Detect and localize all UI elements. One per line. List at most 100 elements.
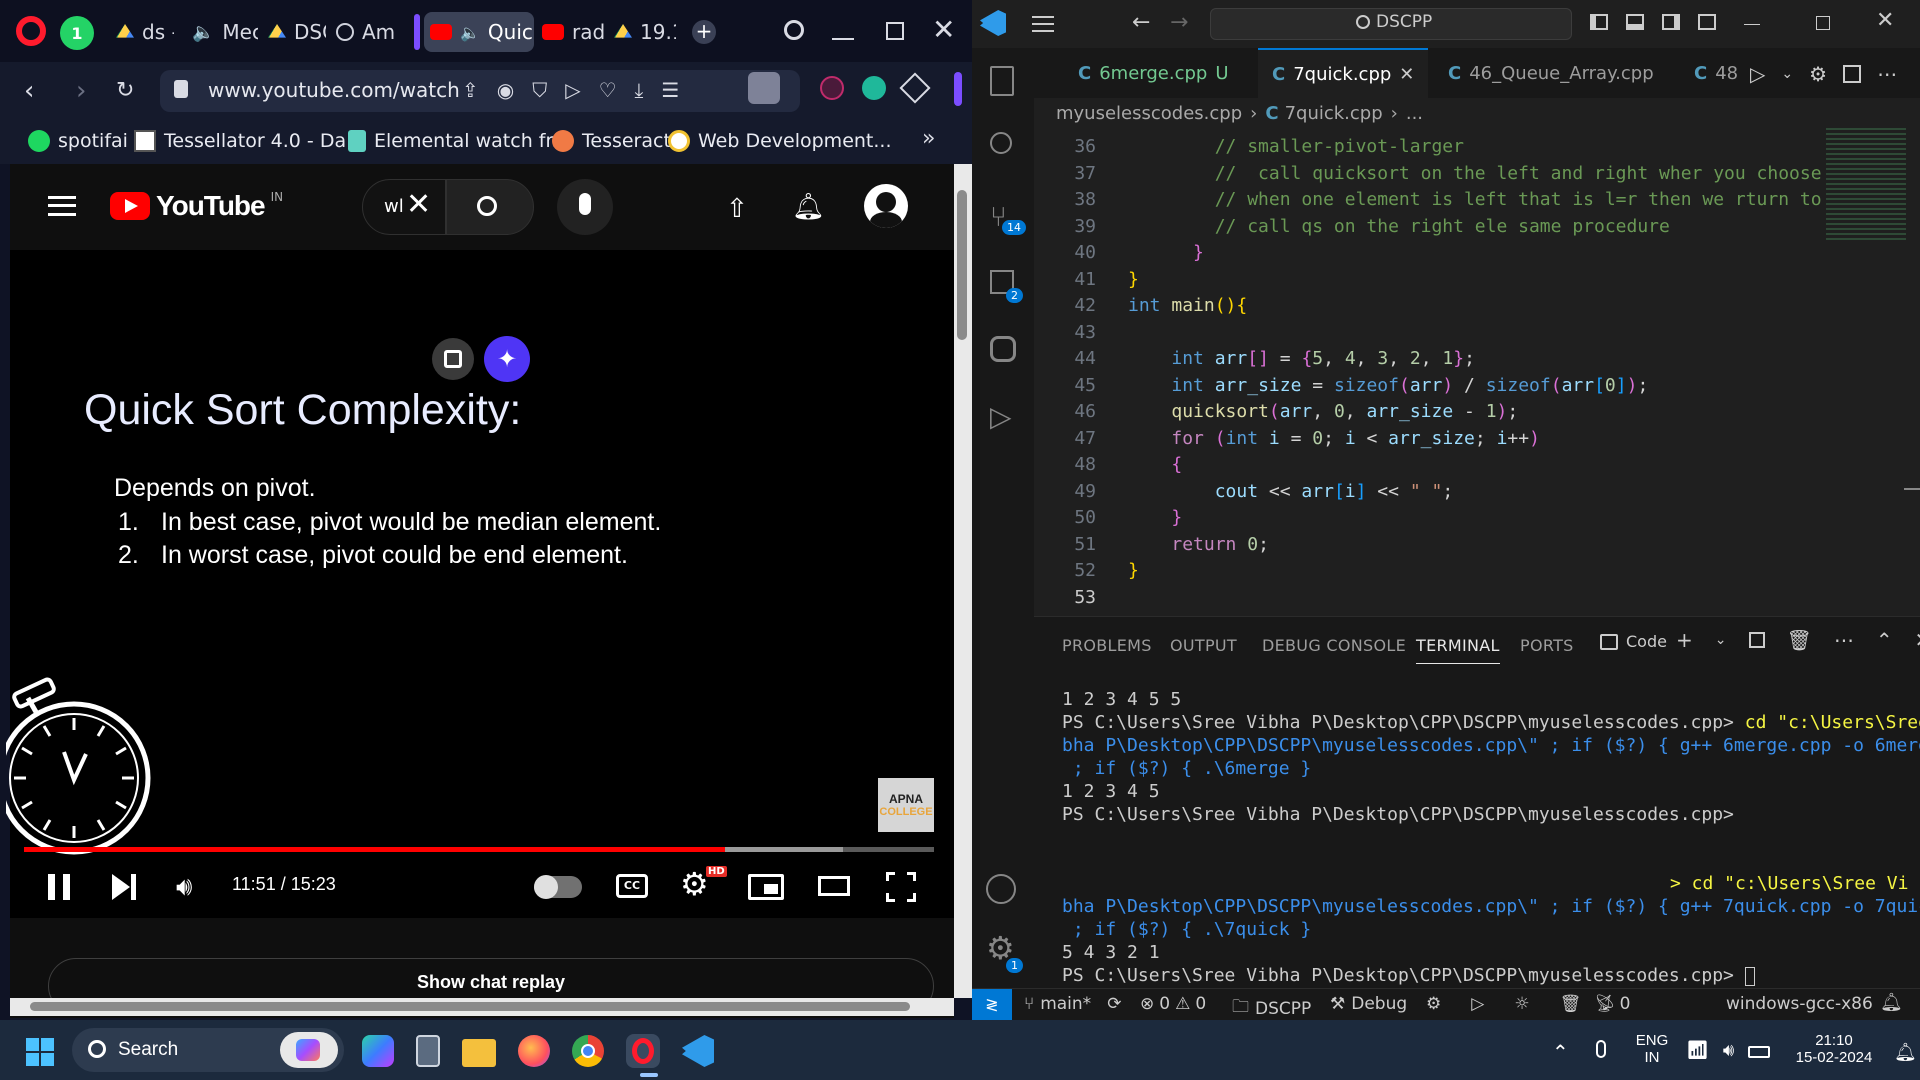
sidebar-toggle[interactable] bbox=[954, 72, 962, 106]
scrollbar-thumb[interactable] bbox=[30, 1002, 910, 1011]
browser-tab[interactable]: DSC bbox=[262, 12, 326, 52]
panel-tab-problems[interactable]: PROBLEMS bbox=[1062, 636, 1152, 655]
explorer-icon[interactable] bbox=[990, 66, 1014, 96]
ai-sparkle-icon[interactable]: ✦ bbox=[484, 336, 530, 382]
panel-tab-debug-console[interactable]: DEBUG CONSOLE bbox=[1262, 636, 1406, 655]
miniplayer-icon[interactable] bbox=[748, 874, 784, 900]
branch-indicator[interactable]: ⑂ main* ⟳ bbox=[1024, 994, 1121, 1014]
theater-mode-icon[interactable] bbox=[818, 876, 850, 896]
scrollbar-thumb[interactable] bbox=[957, 190, 967, 340]
chevron-down-icon[interactable]: ⌄ bbox=[1715, 632, 1727, 648]
save-to-library-icon[interactable] bbox=[432, 338, 474, 380]
code-line[interactable]: 43 bbox=[1034, 322, 1128, 349]
more-bookmarks-icon[interactable]: » bbox=[922, 126, 935, 151]
editor-scrollbar[interactable] bbox=[1904, 488, 1920, 490]
captions-icon[interactable]: CC bbox=[616, 874, 648, 898]
breadcrumb-item[interactable]: myuselesscodes.cpp bbox=[1056, 103, 1242, 124]
volume-icon[interactable]: 🔊︎ bbox=[176, 872, 192, 903]
opera-logo-icon[interactable] bbox=[16, 16, 46, 46]
chrome-icon[interactable] bbox=[572, 1035, 604, 1067]
show-hidden-icons[interactable]: ⌃ bbox=[1552, 1040, 1569, 1064]
bookmark-item[interactable]: Tesseract bbox=[552, 126, 671, 156]
nav-forward-icon[interactable]: → bbox=[1170, 10, 1188, 35]
more-actions-icon[interactable]: ⋯ bbox=[1877, 62, 1897, 86]
terminal-profile[interactable]: Code bbox=[1600, 632, 1667, 651]
vpn-shield-icon[interactable]: ⛉ bbox=[532, 78, 547, 102]
split-terminal-icon[interactable] bbox=[1748, 632, 1765, 648]
settings-gear-icon[interactable]: ⚙ bbox=[680, 868, 709, 900]
bookmark-item[interactable]: spotifai bbox=[28, 126, 128, 156]
language-indicator[interactable]: ENG IN bbox=[1630, 1032, 1674, 1066]
toggle-secondary-sidebar-icon[interactable] bbox=[1662, 14, 1680, 30]
minimap[interactable] bbox=[1826, 128, 1906, 240]
toggle-panel-icon[interactable] bbox=[1626, 14, 1644, 30]
compiler-indicator[interactable]: windows-gcc-x86 bbox=[1726, 994, 1873, 1014]
window-minimize-icon[interactable] bbox=[1744, 24, 1760, 25]
run-file-icon[interactable]: ▷ bbox=[1750, 62, 1765, 86]
run-debug-icon[interactable]: ▷ bbox=[990, 400, 1012, 433]
microphone-icon[interactable] bbox=[1596, 1040, 1606, 1058]
forward-icon[interactable]: › bbox=[76, 76, 86, 106]
python-icon[interactable] bbox=[990, 336, 1016, 362]
opera-taskbar-icon[interactable] bbox=[626, 1034, 660, 1068]
maximize-panel-icon[interactable]: ⌃ bbox=[1876, 628, 1893, 652]
browser-tab[interactable]: Amp bbox=[330, 12, 396, 52]
next-icon[interactable] bbox=[112, 874, 138, 900]
file-explorer-icon[interactable] bbox=[462, 1039, 496, 1067]
whatsapp-icon[interactable]: 1 bbox=[60, 16, 94, 50]
run-icon[interactable]: ▷ bbox=[1471, 994, 1484, 1014]
search-button[interactable] bbox=[446, 179, 534, 235]
trash-icon[interactable]: 🗑︎ bbox=[1787, 628, 1812, 652]
window-close-icon[interactable]: ✕ bbox=[1876, 8, 1894, 33]
code-line[interactable]: 44 int arr[] = {5, 4, 3, 2, 1}; bbox=[1034, 348, 1475, 375]
notification-center-icon[interactable]: 🔔︎ bbox=[1894, 1042, 1917, 1063]
easy-setup-icon[interactable]: ☰ bbox=[661, 78, 679, 102]
settings-gear-icon[interactable]: ⚙ bbox=[1426, 994, 1441, 1014]
vscode-taskbar-icon[interactable] bbox=[682, 1035, 714, 1067]
code-line[interactable]: 41} bbox=[1034, 269, 1139, 296]
camera-icon[interactable]: ◉ bbox=[497, 78, 514, 102]
clock[interactable]: 21:10 15-02-2024 bbox=[1784, 1032, 1884, 1066]
profile-icon[interactable] bbox=[748, 72, 780, 104]
code-line[interactable]: 38 // when one element is left that is l… bbox=[1034, 189, 1821, 216]
send-icon[interactable]: ▷ bbox=[565, 78, 580, 102]
search-input[interactable]: wl bbox=[384, 196, 404, 217]
windows-start-icon[interactable] bbox=[26, 1038, 54, 1066]
editor-tab[interactable]: C 46_Queue_Array.cpp bbox=[1434, 48, 1668, 98]
settings-gear-icon[interactable]: ⚙ bbox=[1809, 62, 1827, 86]
heart-icon[interactable]: ♡ bbox=[599, 78, 617, 102]
trash-icon[interactable]: 🗑︎ bbox=[1560, 994, 1582, 1014]
breadcrumb-item[interactable]: 7quick.cpp bbox=[1285, 103, 1383, 124]
browser-tab[interactable]: 🔈 Mec bbox=[186, 12, 258, 52]
copilot-pre-icon[interactable] bbox=[362, 1035, 394, 1067]
copilot-icon[interactable] bbox=[280, 1032, 338, 1068]
system-tray[interactable]: 📶︎ 🔊︎ bbox=[1686, 1040, 1771, 1061]
workspace-indicator[interactable]: 🗀 DSCPP bbox=[1232, 994, 1311, 1023]
bookmark-item[interactable]: Elemental watch fr... bbox=[348, 126, 570, 156]
ports-indicator[interactable]: 📡︎ 0 bbox=[1594, 994, 1630, 1014]
code-line[interactable]: 50 } bbox=[1034, 507, 1182, 534]
cube-icon[interactable] bbox=[899, 72, 931, 104]
debug-icon[interactable]: ☼ bbox=[1514, 994, 1529, 1014]
reload-icon[interactable]: ↻ bbox=[116, 78, 134, 103]
panel-tab-terminal[interactable]: TERMINAL bbox=[1416, 636, 1500, 664]
code-line[interactable]: 47 for (int i = 0; i < arr_size; i++) bbox=[1034, 428, 1540, 455]
remote-indicator[interactable]: ≷ bbox=[972, 989, 1012, 1020]
window-maximize-icon[interactable] bbox=[1816, 16, 1830, 30]
download-icon[interactable]: ⤓ bbox=[635, 78, 644, 102]
close-icon[interactable]: ✕ bbox=[932, 16, 955, 44]
extension-icon[interactable] bbox=[820, 76, 844, 100]
new-terminal-icon[interactable]: + bbox=[1676, 628, 1693, 652]
maximize-icon[interactable] bbox=[886, 22, 904, 40]
code-line[interactable]: 37 // call quicksort on the left and rig… bbox=[1034, 163, 1821, 190]
code-line[interactable]: 46 quicksort(arr, 0, arr_size - 1); bbox=[1034, 401, 1518, 428]
upload-icon[interactable]: ⇧ bbox=[726, 194, 748, 224]
browser-tab-active[interactable]: 🔈 Quic bbox=[424, 12, 534, 52]
close-panel-icon[interactable]: ✕ bbox=[1915, 628, 1920, 652]
code-line[interactable]: 49 cout << arr[i] << " "; bbox=[1034, 481, 1453, 508]
code-line[interactable]: 40 } bbox=[1034, 242, 1204, 269]
browser-tab[interactable]: 19.1 bbox=[608, 12, 676, 52]
firefox-icon[interactable] bbox=[518, 1035, 550, 1067]
url-text[interactable]: www.youtube.com/watch bbox=[208, 78, 460, 102]
code-line[interactable]: 36 // smaller-pivot-larger bbox=[1034, 136, 1464, 163]
